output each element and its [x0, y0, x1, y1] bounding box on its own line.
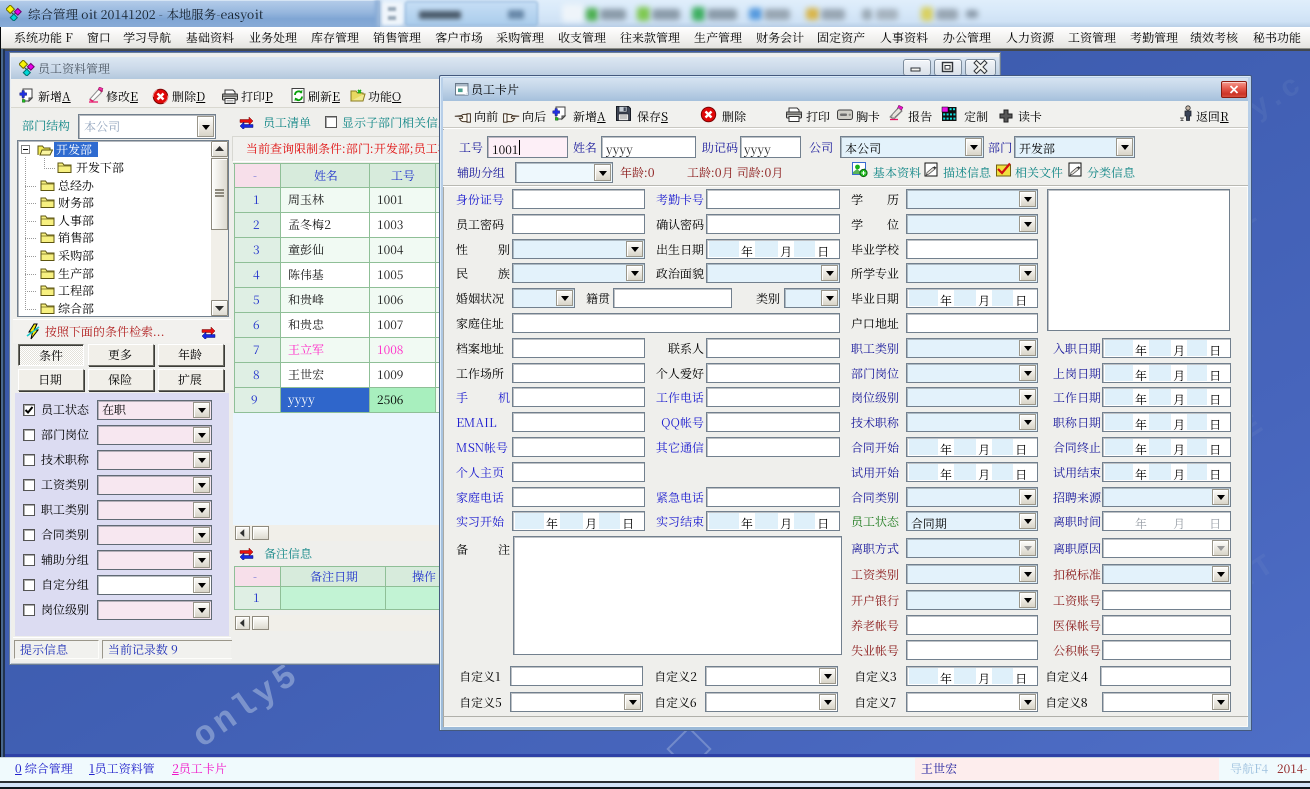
svg-text:only5: only5 — [187, 656, 309, 757]
svg-text:y.c: y.c — [1244, 69, 1308, 127]
